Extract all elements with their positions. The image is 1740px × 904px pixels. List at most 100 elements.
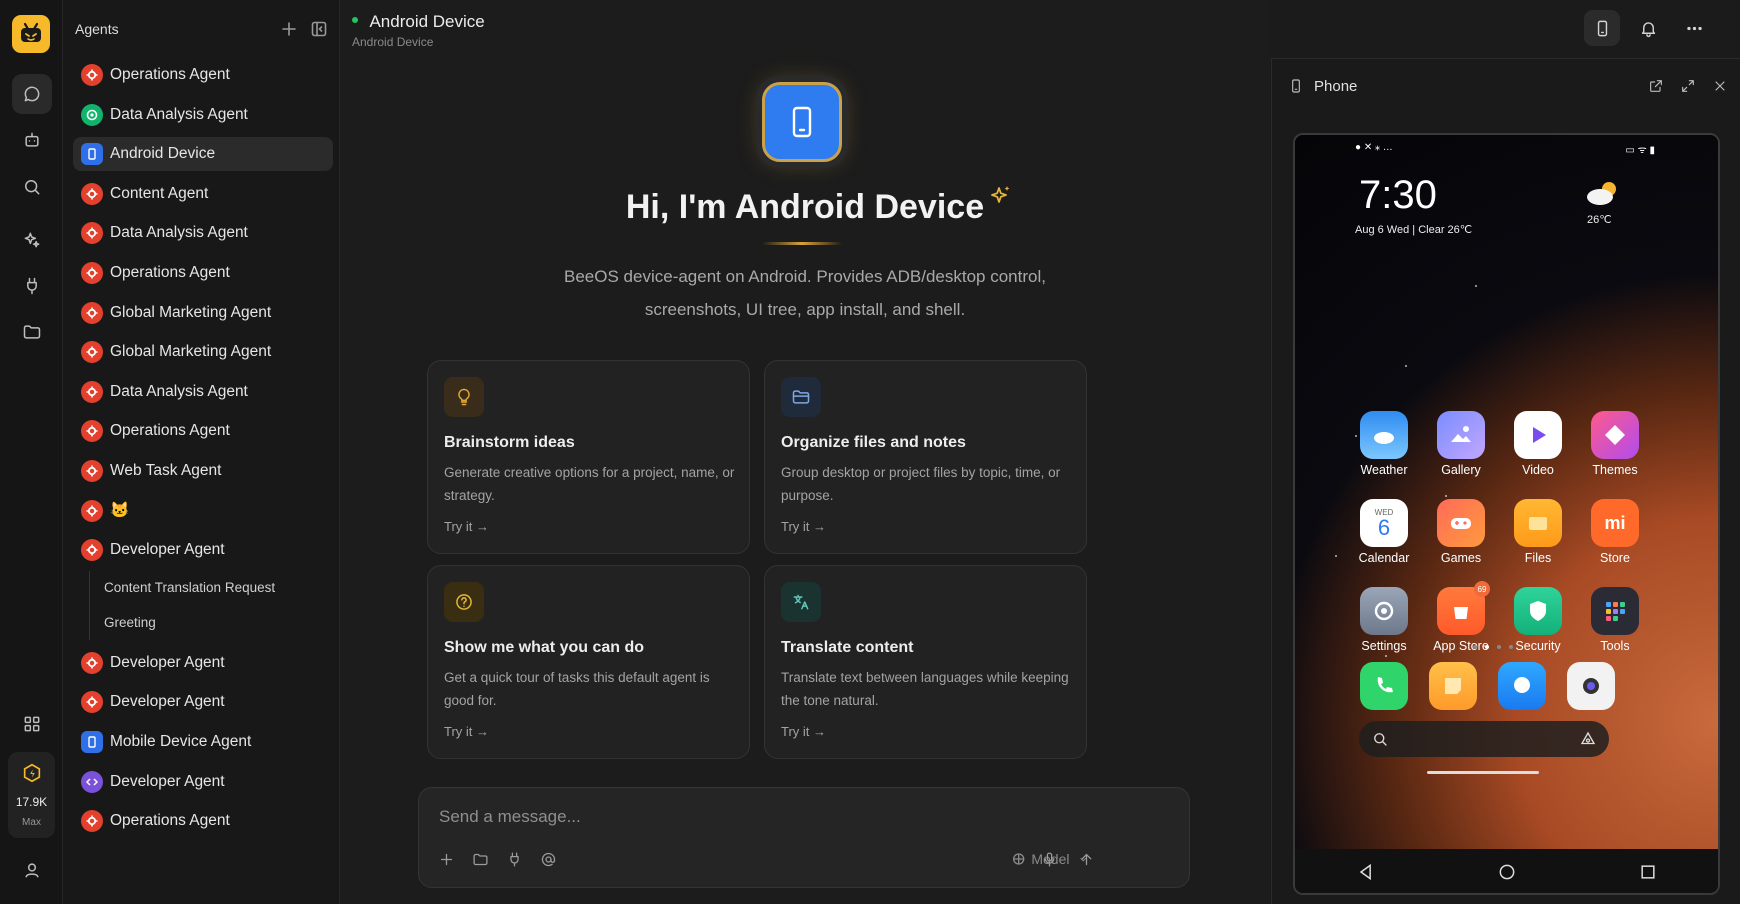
phone-panel-title: Phone (1314, 77, 1358, 95)
grid-icon (24, 716, 40, 732)
card-title: Translate content (781, 639, 914, 656)
suggestion-card-show-me[interactable]: Show me what you can do Get a quick tour… (427, 565, 750, 759)
video-app-icon (1514, 411, 1562, 459)
rail-plugins-button[interactable] (12, 266, 52, 306)
sidebar-item-agent[interactable]: Web Task Agent (73, 454, 333, 488)
sidebar-item-agent[interactable]: Operations Agent (73, 58, 333, 92)
sidebar-item-agent[interactable]: Operations Agent (73, 414, 333, 448)
chat-header: Android Device Android Device (352, 12, 485, 49)
more-button[interactable] (1676, 10, 1712, 46)
rail-apps-button[interactable] (12, 704, 52, 744)
collapse-sidebar-button[interactable] (310, 20, 328, 38)
rail-profile-button[interactable] (12, 850, 52, 890)
app-weather[interactable]: Weather (1353, 411, 1415, 477)
rail-search-button[interactable] (12, 167, 52, 207)
sidebar-item-agent[interactable]: Global Marketing Agent (73, 296, 333, 330)
app-label: Themes (1592, 463, 1638, 477)
rail-files-button[interactable] (12, 312, 52, 352)
app-themes[interactable]: Themes (1584, 411, 1646, 477)
credits-plan: Max (22, 817, 41, 828)
sidebar-item-agent[interactable]: Developer Agent (73, 685, 333, 719)
sidebar-item-agent[interactable]: Mobile Device Agent (73, 725, 333, 759)
app-calendar[interactable]: WED 6 Calendar (1353, 499, 1415, 565)
sidebar-item-agent[interactable]: Content Agent (73, 177, 333, 211)
try-it-link[interactable]: Try it → (781, 519, 826, 534)
app-settings[interactable]: Settings (1353, 587, 1415, 653)
home-icon[interactable] (1497, 862, 1517, 882)
app-files[interactable]: Files (1507, 499, 1569, 565)
app-store-app-icon: 69 (1437, 581, 1490, 635)
sidebar-item-agent[interactable]: Operations Agent (73, 804, 333, 838)
app-tools[interactable]: Tools (1584, 587, 1646, 653)
notifications-button[interactable] (1630, 10, 1666, 46)
folder-button[interactable] (469, 848, 491, 870)
phone-search-bar[interactable] (1359, 721, 1609, 757)
suggestion-card-translate[interactable]: Translate content Translate text between… (764, 565, 1087, 759)
close-panel-button[interactable] (1712, 78, 1728, 94)
app-video[interactable]: Video (1507, 411, 1569, 477)
sidebar-item-agent[interactable]: 🐱 (73, 494, 333, 528)
phone-dialer-icon[interactable] (1360, 662, 1408, 710)
sidebar-item-agent[interactable]: Data Analysis Agent (73, 375, 333, 409)
suggestion-card-brainstorm[interactable]: Brainstorm ideas Generate creative optio… (427, 360, 750, 554)
sidebar-item-label: Developer Agent (110, 653, 225, 671)
add-agent-button[interactable] (280, 20, 298, 38)
open-external-button[interactable] (1648, 78, 1664, 94)
sidebar-item-agent[interactable]: Developer Agent (73, 533, 333, 567)
camera-app-icon[interactable] (1567, 662, 1615, 710)
phone-panel: Phone ● ✕ ⁎ … ▭ ᯤ ▮ 7:30 Aug 6 Wed | Cle… (1271, 58, 1740, 904)
app-label: Settings (1361, 639, 1407, 653)
try-it-link[interactable]: Try it → (444, 519, 489, 534)
sparkle-icon (991, 186, 1010, 203)
agent-avatar-icon (81, 341, 103, 364)
messages-app-icon[interactable] (1498, 662, 1546, 710)
try-it-link[interactable]: Try it → (781, 724, 826, 739)
sidebar-item-agent[interactable]: Developer Agent (73, 765, 333, 799)
expand-button[interactable] (1680, 78, 1696, 94)
folder-icon (781, 377, 821, 417)
security-app-icon (1514, 587, 1562, 635)
rail-chat-button[interactable] (12, 74, 52, 114)
sidebar-item-agent[interactable]: Global Marketing Agent (73, 335, 333, 369)
agent-avatar-icon (81, 770, 103, 793)
sparkle-icon (24, 232, 40, 248)
suggestion-card-organize[interactable]: Organize files and notes Group desktop o… (764, 360, 1087, 554)
send-button[interactable] (1075, 848, 1097, 870)
settings-app-icon (1360, 587, 1408, 635)
hero-divider (762, 242, 842, 245)
sidebar-item-agent[interactable]: Developer Agent (73, 646, 333, 680)
app-gallery[interactable]: Gallery (1430, 411, 1492, 477)
app-games[interactable]: Games (1430, 499, 1492, 565)
card-title: Organize files and notes (781, 434, 966, 451)
sidebar-item-label: Operations Agent (110, 66, 230, 83)
sidebar-item-agent[interactable]: Data Analysis Agent (73, 98, 333, 132)
credits-badge[interactable]: 17.9K Max (8, 752, 55, 838)
plugins-button[interactable] (503, 848, 525, 870)
rail-skills-button[interactable] (12, 220, 52, 260)
mention-button[interactable] (537, 848, 559, 870)
conversation-item[interactable]: Content Translation Request (104, 571, 333, 606)
app-store[interactable]: mi Store (1584, 499, 1646, 565)
phone-home-screen[interactable]: ● ✕ ⁎ … ▭ ᯤ ▮ 7:30 Aug 6 Wed | Clear 26℃… (1295, 135, 1718, 849)
attach-button[interactable] (435, 848, 457, 870)
back-icon[interactable] (1356, 862, 1376, 882)
sidebar-item-agent[interactable]: Android Device (73, 137, 333, 172)
recents-icon[interactable] (1638, 862, 1658, 882)
app-security[interactable]: Security (1507, 587, 1569, 653)
sidebar-item-label: Global Marketing Agent (110, 303, 272, 321)
notes-app-icon[interactable] (1429, 662, 1477, 710)
try-it-link[interactable]: Try it → (444, 724, 489, 739)
message-input[interactable] (437, 806, 1137, 828)
sidebar-item-agent[interactable]: Operations Agent (73, 256, 333, 290)
app-logo[interactable] (12, 15, 50, 53)
app-app-store[interactable]: 69 App Store (1430, 581, 1492, 653)
device-view-button[interactable] (1584, 10, 1620, 46)
sidebar-item-agent[interactable]: Data Analysis Agent (73, 216, 333, 250)
online-status-dot (352, 16, 358, 23)
smartphone-icon (792, 106, 812, 138)
phone-screen-mirror[interactable]: ● ✕ ⁎ … ▭ ᯤ ▮ 7:30 Aug 6 Wed | Clear 26℃… (1293, 133, 1720, 895)
rail-bots-button[interactable] (12, 120, 52, 160)
conversation-item[interactable]: Greeting (104, 605, 333, 640)
voice-button[interactable] (1038, 848, 1060, 870)
sidebar-item-label: Content Agent (110, 184, 209, 202)
